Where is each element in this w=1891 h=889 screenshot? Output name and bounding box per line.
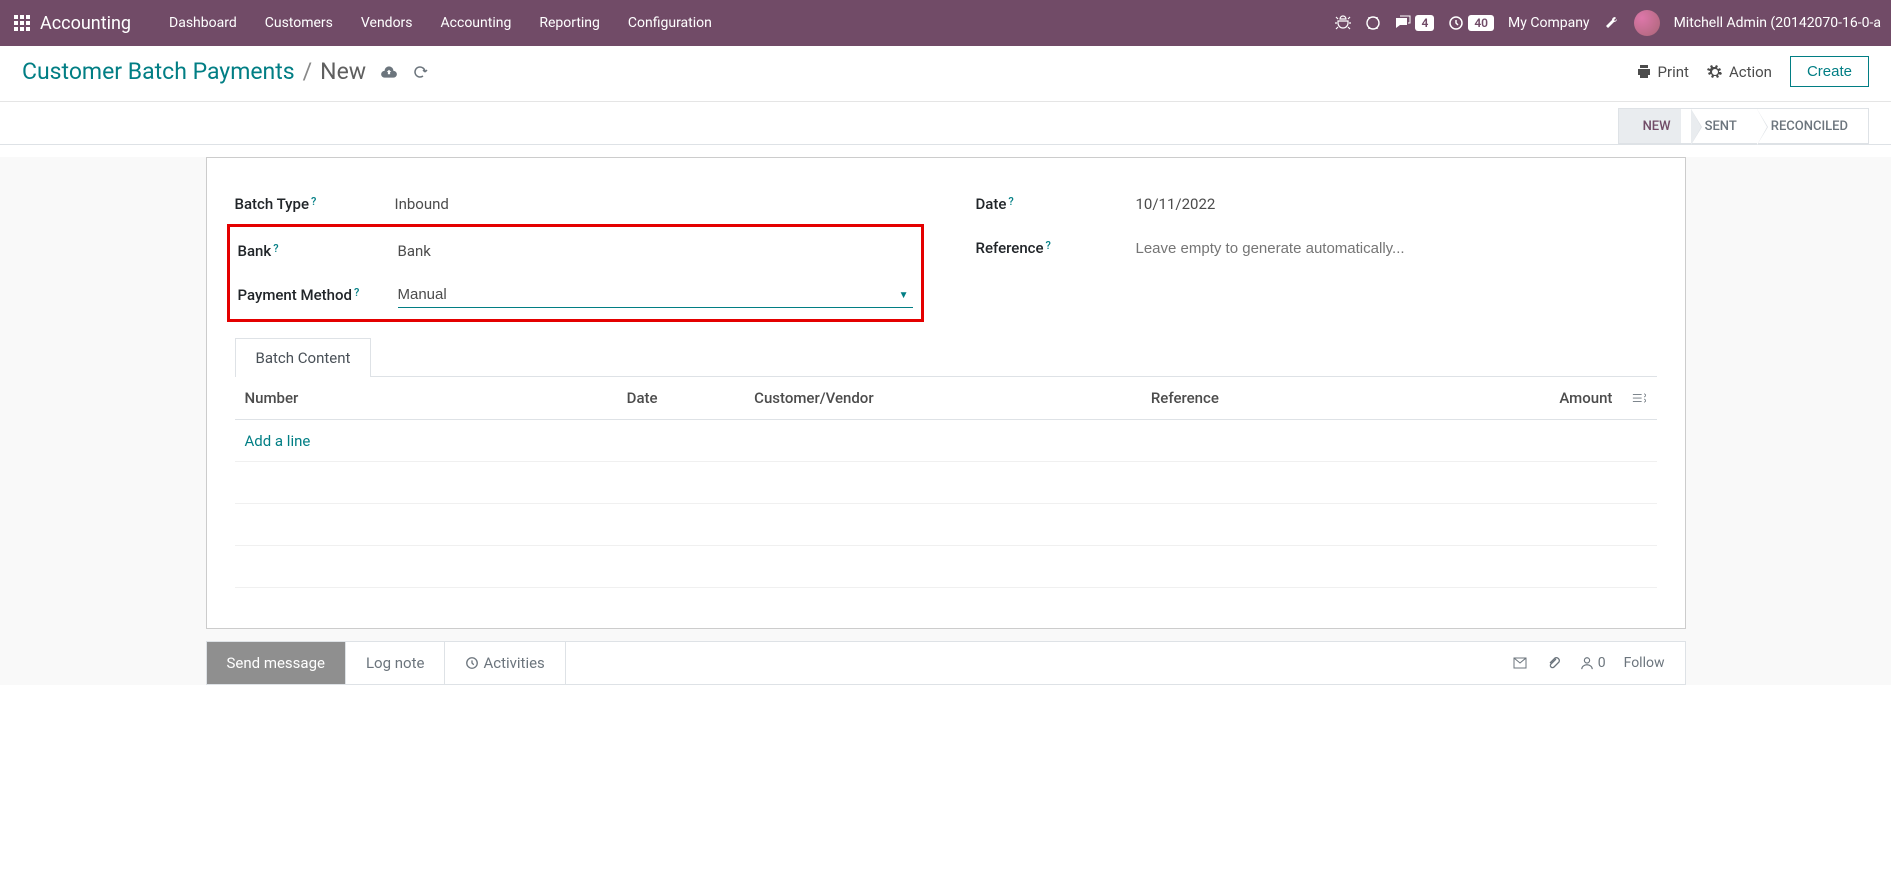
log-note-button[interactable]: Log note: [346, 642, 445, 684]
batch-content-table: Number Date Customer/Vendor Reference Am…: [235, 377, 1657, 588]
company-switcher[interactable]: My Company: [1508, 15, 1590, 31]
cloud-save-icon[interactable]: [380, 63, 398, 81]
nav-reporting[interactable]: Reporting: [525, 0, 614, 46]
col-amount: Amount: [1481, 377, 1623, 420]
reference-input[interactable]: [1136, 240, 1657, 257]
breadcrumb: Customer Batch Payments / New: [22, 58, 428, 85]
breadcrumb-current: New: [320, 58, 366, 85]
nav-accounting[interactable]: Accounting: [427, 0, 526, 46]
action-button[interactable]: Action: [1707, 63, 1772, 81]
payment-method-label: Payment Method?: [238, 286, 398, 304]
bank-value[interactable]: Bank: [398, 242, 913, 260]
print-button[interactable]: Print: [1636, 63, 1689, 81]
optional-columns-icon[interactable]: [1632, 391, 1646, 405]
apps-icon[interactable]: [14, 15, 30, 31]
reference-label: Reference?: [976, 239, 1136, 257]
breadcrumb-sep: /: [303, 58, 313, 85]
followers-count[interactable]: 0: [1580, 655, 1606, 671]
tabs: Batch Content: [235, 338, 1657, 377]
nav-vendors[interactable]: Vendors: [347, 0, 427, 46]
payment-method-input[interactable]: [398, 282, 913, 308]
col-customer: Customer/Vendor: [744, 377, 1141, 420]
create-button[interactable]: Create: [1790, 56, 1869, 87]
send-message-button[interactable]: Send message: [207, 642, 346, 684]
col-reference: Reference: [1141, 377, 1481, 420]
bank-label: Bank?: [238, 242, 398, 260]
statusbar: NEW SENT RECONCILED: [0, 102, 1891, 145]
activities-badge: 40: [1468, 15, 1494, 31]
add-line-button[interactable]: Add a line: [245, 432, 311, 450]
col-date: Date: [617, 377, 745, 420]
support-icon[interactable]: [1365, 15, 1381, 31]
nav-menu: Dashboard Customers Vendors Accounting R…: [155, 0, 726, 46]
print-label: Print: [1658, 63, 1689, 81]
batch-type-label: Batch Type?: [235, 195, 395, 213]
action-label: Action: [1729, 63, 1772, 81]
table-row: [235, 546, 1657, 588]
breadcrumb-parent[interactable]: Customer Batch Payments: [22, 58, 295, 85]
date-value[interactable]: 10/11/2022: [1136, 195, 1657, 213]
table-row: [235, 504, 1657, 546]
table-row: [235, 462, 1657, 504]
main-navbar: Accounting Dashboard Customers Vendors A…: [0, 0, 1891, 46]
activities-button[interactable]: Activities: [445, 642, 565, 684]
discard-icon[interactable]: [412, 64, 428, 80]
control-panel: Customer Batch Payments / New Print Acti…: [0, 46, 1891, 102]
nav-dashboard[interactable]: Dashboard: [155, 0, 251, 46]
chatter: Send message Log note Activities 0 Follo…: [206, 641, 1686, 685]
user-menu[interactable]: Mitchell Admin (20142070-16-0-a: [1674, 15, 1881, 31]
follow-button[interactable]: Follow: [1624, 655, 1665, 671]
app-name[interactable]: Accounting: [40, 13, 131, 34]
batch-type-value[interactable]: Inbound: [395, 195, 916, 213]
attachments-icon[interactable]: [1512, 655, 1528, 671]
nav-configuration[interactable]: Configuration: [614, 0, 726, 46]
date-label: Date?: [976, 195, 1136, 213]
col-number: Number: [235, 377, 617, 420]
nav-customers[interactable]: Customers: [251, 0, 347, 46]
highlight-annotation: Bank? Bank Payment Method? ▼: [227, 224, 924, 322]
attachment-clip-icon[interactable]: [1546, 655, 1562, 671]
avatar[interactable]: [1634, 10, 1660, 36]
form-sheet: Batch Type? Inbound Bank? Bank Payment M…: [206, 157, 1686, 629]
tools-icon[interactable]: [1604, 15, 1620, 31]
bug-icon[interactable]: [1335, 15, 1351, 31]
activities-button[interactable]: 40: [1448, 15, 1494, 31]
messages-badge: 4: [1415, 15, 1434, 31]
messages-button[interactable]: 4: [1395, 15, 1434, 31]
tab-batch-content[interactable]: Batch Content: [235, 338, 372, 377]
